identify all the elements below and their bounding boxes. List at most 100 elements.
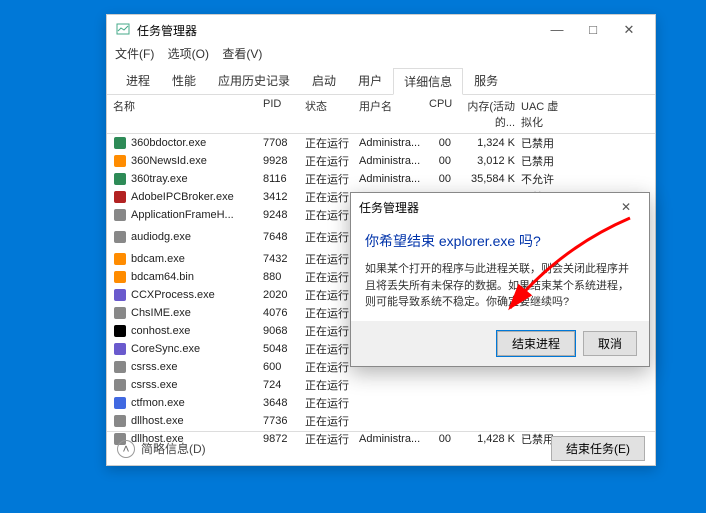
tab-users[interactable]: 用户 xyxy=(347,67,393,94)
col-pid[interactable]: PID xyxy=(263,98,305,130)
maximize-button[interactable]: □ xyxy=(575,16,611,44)
process-pid: 880 xyxy=(263,271,305,283)
table-row[interactable]: dllhost.exe 7736正在运行 xyxy=(107,412,655,430)
menu-options[interactable]: 选项(O) xyxy=(168,47,209,61)
process-icon xyxy=(113,190,127,204)
process-status: 正在运行 xyxy=(305,171,359,187)
tab-services[interactable]: 服务 xyxy=(463,67,509,94)
process-cpu: 00 xyxy=(429,173,457,185)
process-uac: 不允许 xyxy=(521,171,563,187)
process-name: csrss.exe xyxy=(131,361,177,373)
process-pid: 7432 xyxy=(263,253,305,265)
process-name: conhost.exe xyxy=(131,325,190,337)
process-pid: 8116 xyxy=(263,173,305,185)
dialog-titlebar[interactable]: 任务管理器 ✕ xyxy=(351,193,649,221)
process-uac: 已禁用 xyxy=(521,135,563,151)
process-mem: 3,012 K xyxy=(457,155,521,167)
tab-history[interactable]: 应用历史记录 xyxy=(207,67,301,94)
tab-startup[interactable]: 启动 xyxy=(301,67,347,94)
process-icon xyxy=(113,208,127,222)
col-user[interactable]: 用户名 xyxy=(359,98,429,130)
minimize-button[interactable]: — xyxy=(539,16,575,44)
dialog-title: 任务管理器 xyxy=(359,199,419,216)
menu-view[interactable]: 查看(V) xyxy=(222,47,262,61)
col-status[interactable]: 状态 xyxy=(305,98,359,130)
process-icon xyxy=(113,252,127,266)
footer: ˄ 简略信息(D) 结束任务(E) xyxy=(107,431,655,465)
close-button[interactable]: ✕ xyxy=(611,16,647,44)
cancel-button[interactable]: 取消 xyxy=(583,331,637,356)
table-header: 名称 PID 状态 用户名 CPU 内存(活动的... UAC 虚拟化 xyxy=(107,95,655,134)
process-status: 正在运行 xyxy=(305,413,359,429)
process-icon xyxy=(113,154,127,168)
end-task-button[interactable]: 结束任务(E) xyxy=(551,436,645,461)
process-uac: 已禁用 xyxy=(521,153,563,169)
process-pid: 4076 xyxy=(263,307,305,319)
process-name: ctfmon.exe xyxy=(131,397,185,409)
process-name: 360bdoctor.exe xyxy=(131,137,206,149)
process-cpu: 00 xyxy=(429,155,457,167)
table-row[interactable]: ctfmon.exe 3648正在运行 xyxy=(107,394,655,412)
end-process-button[interactable]: 结束进程 xyxy=(497,331,575,356)
process-pid: 9928 xyxy=(263,155,305,167)
process-pid: 3412 xyxy=(263,191,305,203)
menu-file[interactable]: 文件(F) xyxy=(115,47,154,61)
process-name: dllhost.exe xyxy=(131,415,184,427)
process-status: 正在运行 xyxy=(305,395,359,411)
process-user: Administra... xyxy=(359,137,429,149)
process-name: CCXProcess.exe xyxy=(131,289,215,301)
process-pid: 7736 xyxy=(263,415,305,427)
table-row[interactable]: 360tray.exe8116正在运行Administra...0035,584… xyxy=(107,170,655,188)
tab-performance[interactable]: 性能 xyxy=(161,67,207,94)
process-icon xyxy=(113,288,127,302)
process-name: AdobeIPCBroker.exe xyxy=(131,191,234,203)
tab-processes[interactable]: 进程 xyxy=(115,67,161,94)
fewer-details-button[interactable]: ˄ 简略信息(D) xyxy=(117,440,206,458)
app-icon xyxy=(115,22,131,38)
process-name: csrss.exe xyxy=(131,379,177,391)
process-pid: 3648 xyxy=(263,397,305,409)
process-name: ChsIME.exe xyxy=(131,307,191,319)
process-user: Administra... xyxy=(359,155,429,167)
process-icon xyxy=(113,324,127,338)
process-pid: 724 xyxy=(263,379,305,391)
process-icon xyxy=(113,136,127,150)
process-name: ApplicationFrameH... xyxy=(131,209,234,221)
process-name: CoreSync.exe xyxy=(131,343,200,355)
col-cpu[interactable]: CPU xyxy=(429,98,457,130)
process-icon xyxy=(113,396,127,410)
col-uac[interactable]: UAC 虚拟化 xyxy=(521,98,563,130)
process-pid: 7708 xyxy=(263,137,305,149)
tab-details[interactable]: 详细信息 xyxy=(393,68,463,95)
process-name: 360tray.exe xyxy=(131,173,188,185)
process-pid: 2020 xyxy=(263,289,305,301)
table-row[interactable]: csrss.exe 724正在运行 xyxy=(107,376,655,394)
menubar: 文件(F) 选项(O) 查看(V) xyxy=(107,45,655,67)
process-pid: 600 xyxy=(263,361,305,373)
process-icon xyxy=(113,342,127,356)
process-name: 360NewsId.exe xyxy=(131,155,207,167)
process-icon xyxy=(113,230,127,244)
process-icon xyxy=(113,378,127,392)
dialog-text: 如果某个打开的程序与此进程关联，则会关闭此程序并且将丢失所有未保存的数据。如果结… xyxy=(365,261,635,311)
process-name: audiodg.exe xyxy=(131,231,191,243)
process-icon xyxy=(113,414,127,428)
process-status: 正在运行 xyxy=(305,135,359,151)
process-icon xyxy=(113,172,127,186)
process-status: 正在运行 xyxy=(305,377,359,393)
dialog-question: 你希望结束 explorer.exe 吗? xyxy=(365,231,635,251)
process-icon xyxy=(113,270,127,284)
titlebar[interactable]: 任务管理器 — □ ✕ xyxy=(107,15,655,45)
process-name: bdcam64.bin xyxy=(131,271,194,283)
table-row[interactable]: 360NewsId.exe 9928正在运行Administra...003,01… xyxy=(107,152,655,170)
chevron-up-icon: ˄ xyxy=(117,440,135,458)
table-row[interactable]: 360bdoctor.exe7708正在运行Administra...001,3… xyxy=(107,134,655,152)
process-icon xyxy=(113,360,127,374)
col-mem[interactable]: 内存(活动的... xyxy=(457,98,521,130)
col-name[interactable]: 名称 xyxy=(113,98,263,130)
dialog-close-icon[interactable]: ✕ xyxy=(611,200,641,214)
process-user: Administra... xyxy=(359,173,429,185)
process-pid: 7648 xyxy=(263,231,305,243)
window-title: 任务管理器 xyxy=(137,22,539,39)
process-status: 正在运行 xyxy=(305,153,359,169)
